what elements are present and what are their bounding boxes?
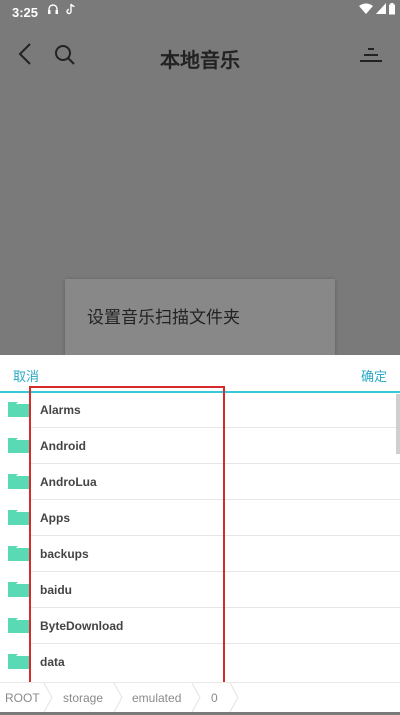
top-app-bar: 本地音乐 — [0, 24, 400, 86]
tiktok-icon — [66, 3, 76, 18]
folder-icon — [8, 474, 30, 489]
folder-icon — [8, 654, 30, 669]
breadcrumb-item[interactable]: emulated — [132, 691, 181, 705]
breadcrumb-item[interactable]: 0 — [211, 691, 218, 705]
folder-icon — [8, 438, 30, 453]
breadcrumb-item[interactable]: storage — [63, 691, 103, 705]
breadcrumb-item[interactable]: ROOT — [5, 691, 40, 705]
chevron-right-icon — [113, 682, 123, 713]
scrollbar[interactable] — [396, 394, 400, 454]
page-title: 本地音乐 — [160, 50, 240, 72]
folder-icon — [8, 582, 30, 597]
wifi-icon — [359, 3, 373, 18]
highlight-box — [29, 386, 225, 704]
chevron-right-icon — [43, 682, 53, 713]
dialog-title: 设置音乐扫描文件夹 — [87, 308, 240, 327]
headphones-icon — [47, 3, 59, 18]
confirm-button[interactable]: 确定 — [361, 366, 387, 385]
signal-icon — [376, 3, 386, 18]
sort-menu-icon[interactable] — [360, 46, 382, 64]
folder-icon — [8, 402, 30, 417]
folder-icon — [8, 546, 30, 561]
status-bar: 3:25 — [0, 0, 400, 24]
chevron-right-icon — [229, 682, 239, 713]
battery-icon — [389, 3, 395, 18]
breadcrumb: ROOT storage emulated 0 — [0, 682, 400, 713]
chevron-right-icon — [191, 682, 201, 713]
folder-icon — [8, 510, 30, 525]
folder-icon — [8, 618, 30, 633]
cancel-button[interactable]: 取消 — [13, 366, 39, 385]
status-time: 3:25 — [12, 5, 39, 20]
